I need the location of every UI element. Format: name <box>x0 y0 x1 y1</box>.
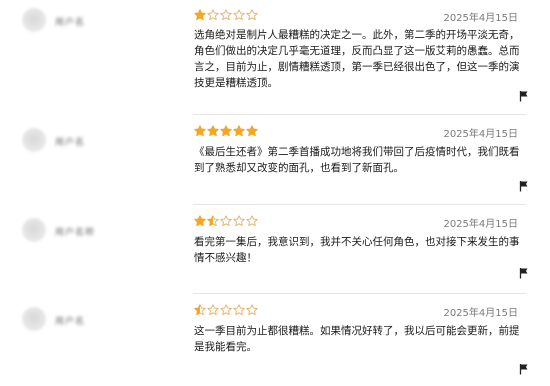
review-username: 用户名 <box>55 18 86 28</box>
star-empty-icon <box>233 215 245 227</box>
star-rating <box>194 215 258 227</box>
star-rating <box>194 125 258 137</box>
star-empty-icon <box>246 9 258 21</box>
review-username: 用户名称 <box>55 228 96 238</box>
star-filled-icon <box>194 125 206 137</box>
star-filled-icon <box>233 125 245 137</box>
star-empty-icon <box>233 304 245 316</box>
flag-icon[interactable] <box>518 180 530 192</box>
star-filled-icon <box>246 125 258 137</box>
star-empty-icon <box>246 215 258 227</box>
avatar <box>22 8 46 32</box>
review-username: 用户名 <box>55 317 86 327</box>
review-date: 2025年4月15日 <box>443 219 518 230</box>
divider <box>193 293 526 294</box>
star-filled-icon <box>220 125 232 137</box>
flag-icon[interactable] <box>518 363 530 375</box>
star-filled-icon <box>207 125 219 137</box>
divider <box>193 114 526 115</box>
review-list: 用户名 2025年4月15日 选角绝对是制片人最糟糕的决定之一。此外，第二季的开… <box>0 0 550 386</box>
avatar <box>22 307 46 331</box>
review-date: 2025年4月15日 <box>443 129 518 140</box>
star-empty-icon <box>220 9 232 21</box>
avatar <box>22 218 46 242</box>
review-date: 2025年4月15日 <box>443 13 518 24</box>
star-empty-icon <box>233 9 245 21</box>
flag-icon[interactable] <box>518 267 530 279</box>
star-empty-icon <box>220 304 232 316</box>
review-text: 《最后生还者》第二季首播成功地将我们带回了后疫情时代，我们既看到了熟悉却又改变的… <box>194 146 520 174</box>
divider <box>193 204 526 205</box>
review-date: 2025年4月15日 <box>443 308 518 319</box>
star-filled-icon <box>194 9 206 21</box>
star-empty-icon <box>207 9 219 21</box>
star-empty-icon <box>246 304 258 316</box>
star-rating <box>194 304 258 316</box>
star-half-icon <box>194 304 206 316</box>
star-filled-icon <box>194 215 206 227</box>
star-empty-icon <box>220 215 232 227</box>
star-rating <box>194 9 258 21</box>
review-username: 用户名 <box>55 138 86 148</box>
review-text: 看完第一集后，我意识到，我并不关心任何角色，也对接下来发生的事情不感兴趣！ <box>194 236 520 264</box>
review-text: 选角绝对是制片人最糟糕的决定之一。此外，第二季的开场平淡无奇，角色们做出的决定几… <box>194 29 520 89</box>
review-text: 这一季目前为止都很糟糕。如果情况好转了，我以后可能会更新，前提是我能看完。 <box>194 325 520 353</box>
star-empty-icon <box>207 304 219 316</box>
avatar <box>22 128 46 152</box>
flag-icon[interactable] <box>518 90 530 102</box>
star-half-icon <box>207 215 219 227</box>
